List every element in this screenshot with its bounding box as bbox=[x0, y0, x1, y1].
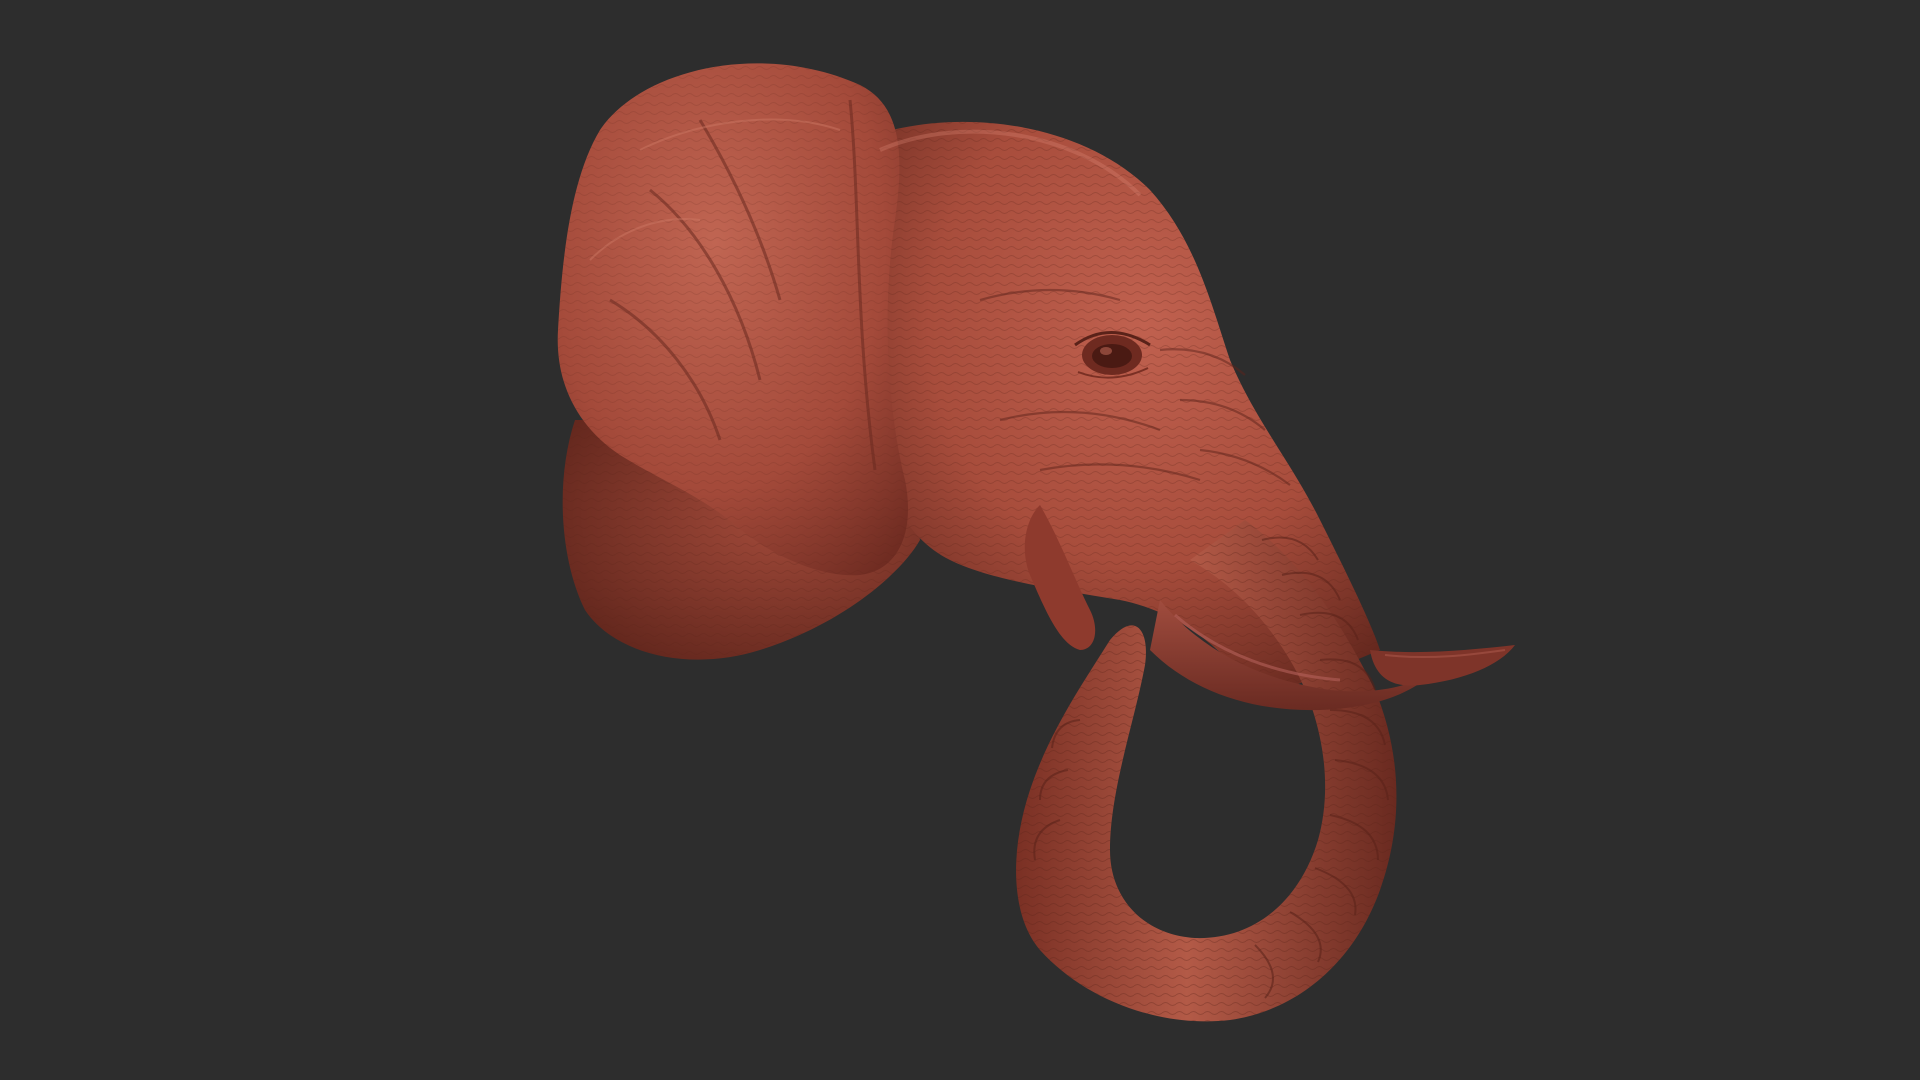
sculpt-viewport[interactable] bbox=[0, 0, 1920, 1080]
elephant-head-model[interactable] bbox=[0, 0, 1920, 1080]
